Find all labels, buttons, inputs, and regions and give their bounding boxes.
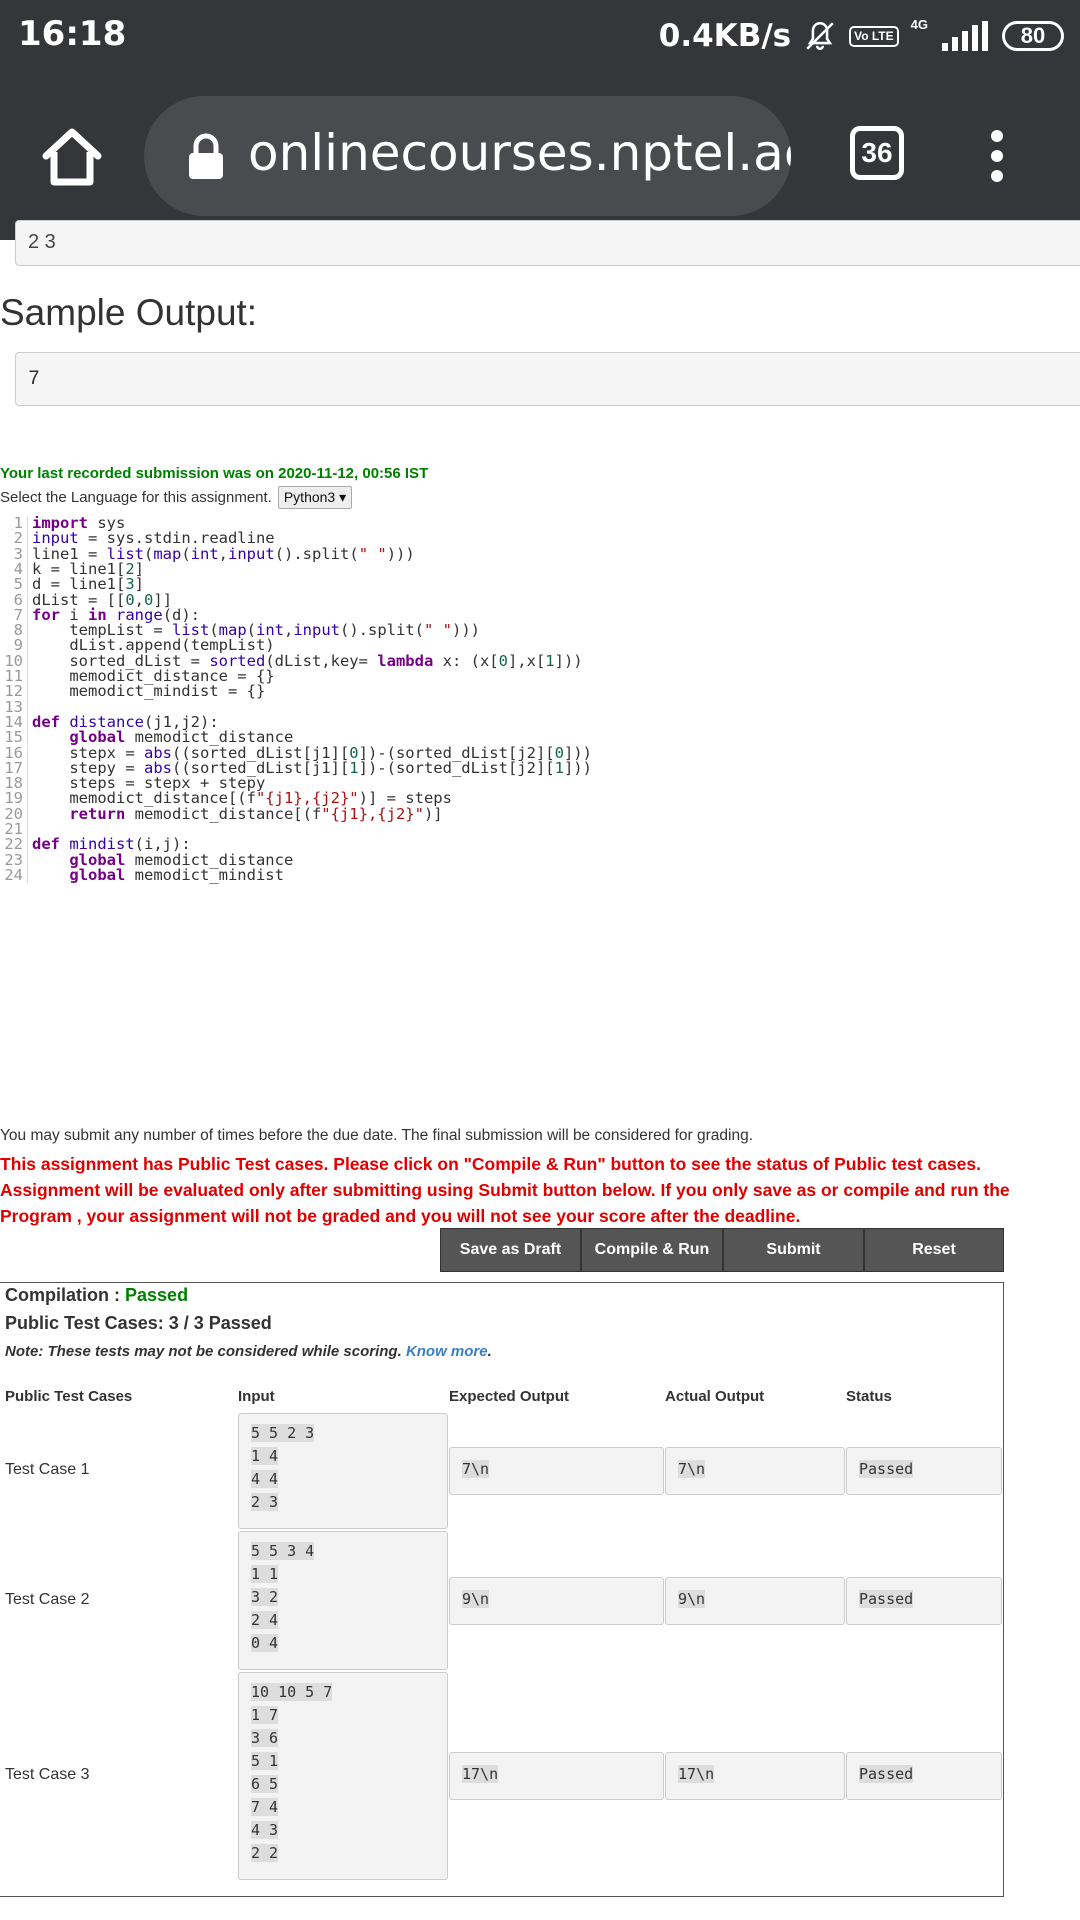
- input-line: 5 1: [251, 1752, 279, 1770]
- test-case-input: 5 5 3 4 1 1 3 2 2 4 0 4: [238, 1531, 448, 1670]
- language-select[interactable]: Python3 ▾: [277, 486, 353, 509]
- input-line: 1 1: [251, 1565, 279, 1583]
- network-speed: 0.4KB/s: [658, 18, 792, 54]
- column-header-actual: Actual Output: [665, 1388, 765, 1405]
- battery-level: 80: [1002, 21, 1064, 51]
- test-case-actual: 9\n: [665, 1576, 845, 1625]
- code-editor[interactable]: 1 import sys 2 input = sys.stdin.readline 3 l…: [0, 516, 1080, 1126]
- test-case-input: 5 5 2 3 1 4 4 4 2 3: [238, 1413, 448, 1529]
- tab-switcher-button[interactable]: 36: [850, 126, 904, 180]
- test-case-expected-text: 17\n: [462, 1765, 499, 1783]
- last-submission-text: Your last recorded submission was on 202…: [0, 465, 429, 482]
- input-line: 1 4: [251, 1447, 279, 1465]
- test-case-status: Passed: [846, 1752, 1002, 1800]
- url-text: onlinecourses.nptel.ac.in: [248, 124, 791, 182]
- code-text: global memodict_mindist: [69, 865, 284, 884]
- reset-button[interactable]: Reset: [864, 1228, 1004, 1272]
- scoring-note: Note: These tests may not be considered …: [5, 1343, 492, 1360]
- test-case-actual: 17\n: [665, 1752, 845, 1800]
- test-case-actual-text: 9\n: [678, 1589, 706, 1608]
- test-case-expected: 7\n: [449, 1447, 664, 1495]
- sample-output-heading: Sample Output:: [0, 292, 258, 333]
- test-case-input: 10 10 5 7 1 7 3 6 5 1 6 5 7 4 4 3 2 2: [238, 1672, 448, 1880]
- input-line: 4 4: [251, 1470, 279, 1488]
- signal-icon: [942, 21, 988, 51]
- test-case-name: Test Case 3: [5, 1766, 90, 1783]
- compile-run-button[interactable]: Compile & Run: [581, 1228, 723, 1272]
- test-case-actual-text: 7\n: [678, 1460, 706, 1478]
- status-time: 16:18: [18, 14, 127, 54]
- input-line: 3 2: [251, 1588, 279, 1606]
- save-draft-button[interactable]: Save as Draft: [440, 1228, 581, 1272]
- language-row: Select the Language for this assignment.…: [0, 486, 353, 509]
- action-buttons: Save as Draft Compile & Run Submit Reset: [440, 1228, 1004, 1272]
- public-test-summary: Public Test Cases: 3 / 3 Passed: [5, 1313, 272, 1333]
- input-line: 2 4: [251, 1611, 279, 1629]
- test-case-actual-text: 17\n: [678, 1765, 715, 1783]
- line-number: 24: [0, 867, 28, 884]
- sample-input-box: 2 3: [15, 220, 1080, 266]
- home-icon[interactable]: [40, 124, 104, 188]
- column-header-test-case: Public Test Cases: [5, 1388, 133, 1405]
- input-line: 5 5 2 3: [251, 1424, 315, 1442]
- status-bar: 16:18 0.4KB/s Vo LTE 4G 80: [0, 0, 1080, 72]
- volte-badge: Vo LTE: [849, 25, 899, 47]
- more-options-icon[interactable]: [985, 130, 1009, 186]
- input-line: 7 4: [251, 1798, 279, 1816]
- code-line[interactable]: 12 memodict_mindist = {}: [0, 682, 266, 701]
- test-case-expected: 17\n: [449, 1752, 664, 1800]
- column-header-expected: Expected Output: [449, 1388, 570, 1405]
- public-test-warning: This assignment has Public Test cases. P…: [0, 1154, 1010, 1226]
- input-line: 0 4: [251, 1634, 279, 1652]
- bell-muted-icon: [806, 21, 834, 50]
- code-line[interactable]: 20 return memodict_distance[(f"{j1},{j2}…: [0, 804, 443, 823]
- note-period: .: [487, 1343, 492, 1360]
- code-text: return memodict_distance[(f"{j1},{j2}")]: [69, 804, 443, 823]
- submit-note: You may submit any number of times befor…: [0, 1127, 754, 1144]
- know-more-link[interactable]: Know more: [406, 1343, 488, 1360]
- test-case-status-text: Passed: [859, 1765, 914, 1783]
- input-line: 3 6: [251, 1729, 279, 1747]
- address-bar[interactable]: onlinecourses.nptel.ac.in: [144, 96, 791, 216]
- page-content: 2 3 Sample Output: 7 Your last recorded …: [0, 220, 1080, 1920]
- input-line: 6 5: [251, 1775, 279, 1793]
- test-case-status: Passed: [846, 1576, 1002, 1625]
- input-line: 1 7: [251, 1706, 279, 1724]
- test-results-panel: Compilation : Passed Public Test Cases: …: [0, 1282, 1004, 1897]
- test-case-name: Test Case 1: [5, 1461, 90, 1478]
- compilation-label: Compilation :: [5, 1285, 120, 1305]
- note-text: Note: These tests may not be considered …: [5, 1343, 402, 1360]
- code-text: memodict_mindist = {}: [32, 682, 266, 701]
- test-case-status-text: Passed: [859, 1460, 914, 1478]
- test-case-status-text: Passed: [859, 1589, 914, 1608]
- network-type: 4G: [910, 16, 928, 32]
- test-case-expected: 9\n: [449, 1576, 664, 1625]
- test-case-expected-text: 9\n: [462, 1589, 490, 1608]
- input-line: 4 3: [251, 1821, 279, 1839]
- language-prompt: Select the Language for this assignment.: [0, 489, 272, 506]
- compilation-status-row: Compilation : Passed: [5, 1285, 188, 1306]
- test-case-name: Test Case 2: [5, 1590, 90, 1608]
- test-case-expected-text: 7\n: [462, 1460, 490, 1478]
- column-header-input: Input: [238, 1388, 275, 1405]
- input-line: 2 3: [251, 1493, 279, 1511]
- input-line: 2 2: [251, 1844, 279, 1862]
- test-case-status: Passed: [846, 1447, 1002, 1495]
- submit-button[interactable]: Submit: [723, 1228, 864, 1272]
- input-line: 10 10 5 7: [251, 1683, 333, 1701]
- browser-toolbar: onlinecourses.nptel.ac.in 36: [0, 72, 1080, 240]
- compilation-status: Passed: [125, 1285, 189, 1305]
- lock-icon: [189, 133, 223, 179]
- test-case-actual: 7\n: [665, 1447, 845, 1495]
- status-icons: 0.4KB/s Vo LTE 4G 80: [659, 12, 1064, 60]
- column-header-status: Status: [846, 1388, 892, 1405]
- sample-output-box: 7: [15, 352, 1080, 406]
- code-line[interactable]: 24 global memodict_mindist: [0, 865, 284, 884]
- input-line: 5 5 3 4: [251, 1542, 315, 1560]
